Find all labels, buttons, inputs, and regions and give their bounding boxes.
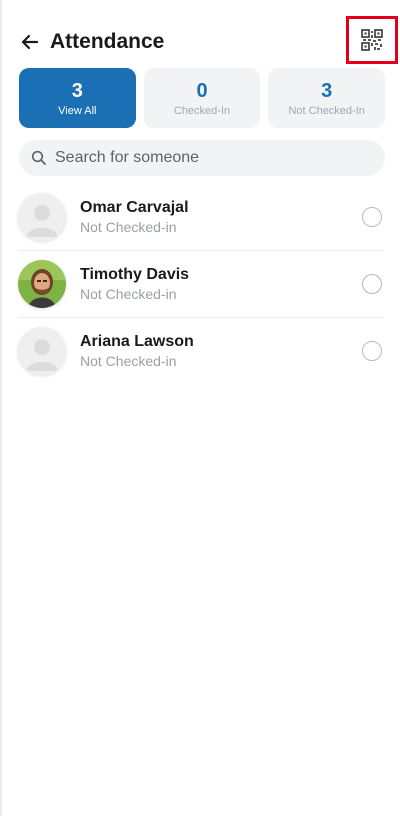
- attendee-info: Omar Carvajal Not Checked-in: [80, 199, 189, 235]
- list-item[interactable]: Omar Carvajal Not Checked-in: [18, 184, 384, 251]
- list-item[interactable]: Timothy Davis Not Checked-in: [18, 251, 384, 318]
- arrow-left-icon: [21, 34, 39, 50]
- avatar: [18, 327, 66, 375]
- tab-label: View All: [58, 104, 97, 117]
- attendee-status: Not Checked-in: [80, 286, 177, 302]
- attendee-name: Omar Carvajal: [80, 199, 189, 216]
- person-placeholder-icon: [18, 193, 66, 241]
- tab-count: 3: [71, 79, 83, 102]
- check-in-radio[interactable]: [362, 207, 382, 227]
- attendee-status: Not Checked-in: [80, 353, 177, 369]
- check-in-radio[interactable]: [362, 274, 382, 294]
- search-bar: [19, 140, 385, 176]
- qr-code-icon: [361, 29, 383, 51]
- attendee-info: Timothy Davis Not Checked-in: [80, 266, 189, 302]
- attendee-info: Ariana Lawson Not Checked-in: [80, 333, 194, 369]
- attendee-name: Timothy Davis: [80, 266, 190, 283]
- tab-label: Checked-In: [173, 104, 231, 117]
- tab-checked-in[interactable]: 0 Checked-In: [143, 68, 261, 128]
- qr-scan-button[interactable]: [346, 16, 398, 64]
- back-button[interactable]: [18, 30, 42, 54]
- attendee-list: Omar Carvajal Not Checked-in Timothy Dav…: [18, 184, 384, 384]
- search-input[interactable]: [53, 148, 357, 168]
- tab-not-checked-in[interactable]: 3 Not Checked-In: [268, 68, 386, 128]
- person-placeholder-icon: [18, 327, 66, 375]
- tab-count: 0: [196, 79, 208, 102]
- check-in-radio[interactable]: [362, 341, 382, 361]
- filter-tabs: 3 View All 0 Checked-In 3 Not Checked-In: [19, 68, 386, 128]
- attendance-screen: Attendance 3 View All 0 Checked-In 3 Not…: [0, 0, 400, 816]
- search-icon: [31, 150, 46, 165]
- tab-count: 3: [321, 79, 333, 102]
- attendee-status: Not Checked-in: [80, 219, 177, 235]
- list-item[interactable]: Ariana Lawson Not Checked-in: [18, 318, 384, 384]
- header: Attendance: [18, 16, 398, 64]
- tab-label: Not Checked-In: [288, 104, 365, 117]
- tab-view-all[interactable]: 3 View All: [19, 68, 136, 128]
- avatar: [18, 193, 66, 241]
- avatar: [18, 260, 66, 308]
- attendee-name: Ariana Lawson: [80, 333, 194, 350]
- page-title: Attendance: [50, 30, 165, 53]
- person-photo-icon: [18, 260, 66, 308]
